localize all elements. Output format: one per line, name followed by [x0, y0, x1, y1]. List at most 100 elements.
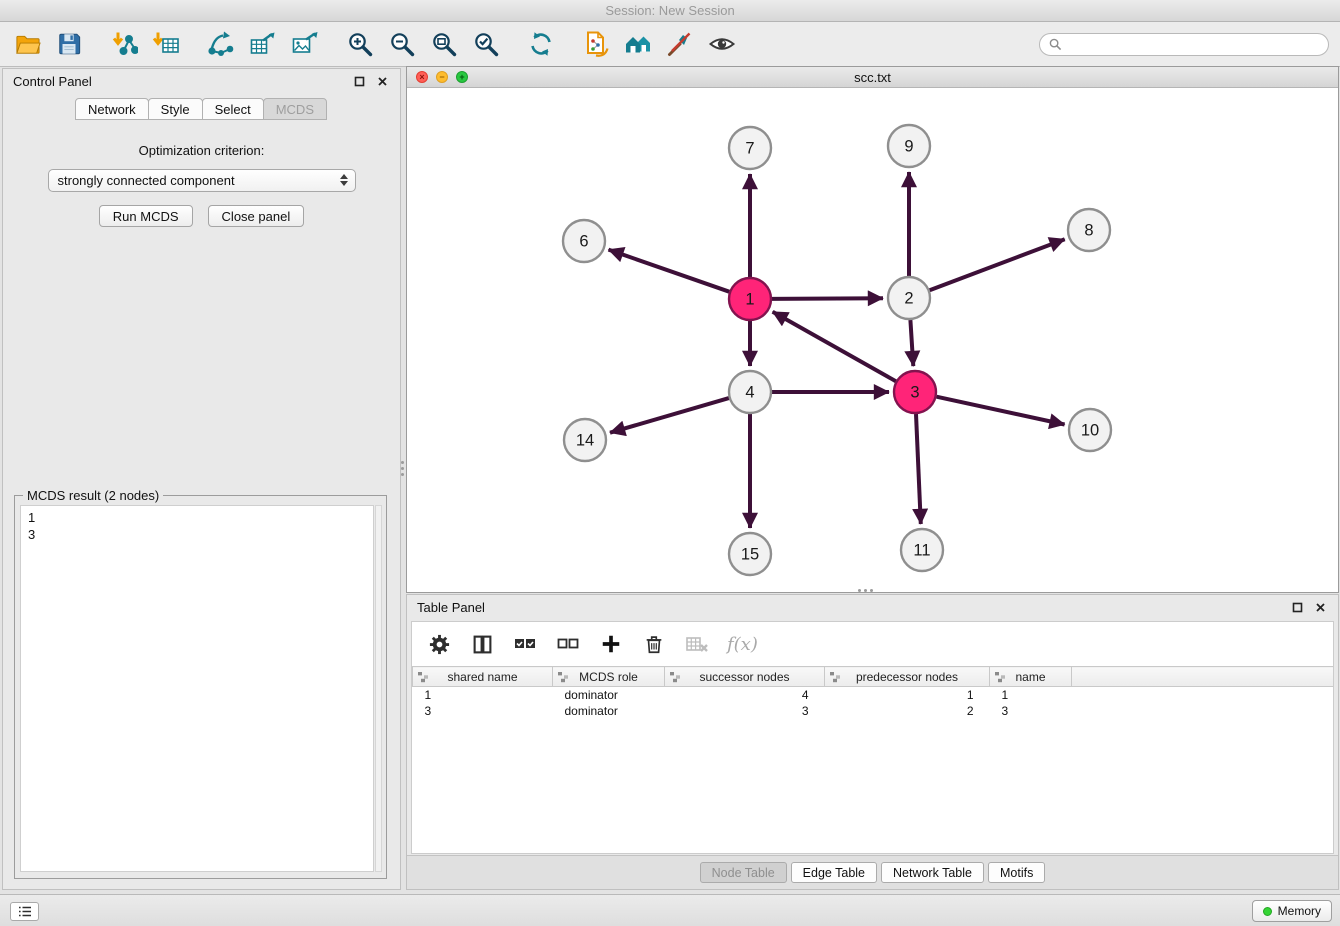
zoom-in-button[interactable]	[344, 26, 376, 62]
graph-node-2[interactable]: 2	[888, 277, 930, 319]
hide-graphics-details-button[interactable]	[664, 26, 696, 62]
tab-network-table[interactable]: Network Table	[881, 862, 984, 883]
svg-text:3: 3	[910, 384, 919, 402]
search-input[interactable]	[1068, 38, 1319, 52]
column-header-shared-name[interactable]: shared name	[413, 667, 553, 687]
zoom-selected-button[interactable]	[470, 26, 502, 62]
function-builder-button[interactable]: f(x)	[727, 634, 758, 655]
file-transfer-button[interactable]	[580, 26, 612, 62]
column-header-predecessor-nodes[interactable]: predecessor nodes	[825, 667, 990, 687]
graph-node-8[interactable]: 8	[1068, 209, 1110, 251]
result-scrollbar[interactable]	[375, 505, 382, 872]
graph-edge-4-14[interactable]	[610, 398, 729, 433]
graph-edge-3-1[interactable]	[773, 312, 896, 381]
network-window-titlebar[interactable]: × − + scc.txt	[407, 67, 1338, 88]
task-history-button[interactable]	[10, 902, 39, 921]
import-network-icon	[110, 30, 138, 58]
graph-node-3[interactable]: 3	[894, 371, 936, 413]
table-row[interactable]: 1dominator411	[413, 687, 1334, 703]
brush-slash-icon	[666, 30, 694, 58]
gear-icon	[428, 633, 451, 656]
unselect-all-button[interactable]	[555, 631, 581, 657]
close-window-button[interactable]: ×	[416, 71, 428, 83]
network-window-title: scc.txt	[854, 70, 891, 85]
graph-edge-1-2[interactable]	[772, 298, 883, 299]
column-header-name[interactable]: name	[990, 667, 1072, 687]
optimization-criterion-label: Optimization criterion:	[3, 143, 400, 158]
zoom-fit-icon	[430, 30, 458, 58]
import-table-button[interactable]	[150, 26, 182, 62]
tab-edge-table[interactable]: Edge Table	[791, 862, 877, 883]
delete-table-button[interactable]	[684, 631, 710, 657]
table-row[interactable]: 3dominator323	[413, 703, 1334, 719]
graph-node-9[interactable]: 9	[888, 125, 930, 167]
criterion-select[interactable]: strongly connected component	[48, 169, 356, 192]
graph-node-7[interactable]: 7	[729, 127, 771, 169]
graph-edge-2-8[interactable]	[930, 239, 1065, 290]
graph-node-1[interactable]: 1	[729, 278, 771, 320]
node-table-body: 1dominator4113dominator323	[413, 687, 1334, 719]
graph-edge-3-11[interactable]	[916, 414, 921, 524]
graph-edge-3-10[interactable]	[937, 397, 1065, 425]
column-header-MCDS-role[interactable]: MCDS role	[553, 667, 665, 687]
save-session-button[interactable]	[53, 26, 85, 62]
export-table-button[interactable]	[247, 26, 279, 62]
tab-select[interactable]: Select	[202, 98, 264, 120]
column-header-successor-nodes[interactable]: successor nodes	[665, 667, 825, 687]
select-all-button[interactable]	[512, 631, 538, 657]
zoom-out-button[interactable]	[386, 26, 418, 62]
svg-text:4: 4	[745, 384, 754, 402]
search-box[interactable]	[1039, 33, 1329, 56]
table-panel-title: Table Panel	[417, 600, 485, 615]
open-session-button[interactable]	[11, 26, 43, 62]
delete-row-button[interactable]	[641, 631, 667, 657]
list-icon	[17, 905, 33, 918]
show-graphics-details-button[interactable]	[706, 26, 738, 62]
close-panel-button[interactable]	[374, 74, 390, 90]
graph-node-15[interactable]: 15	[729, 533, 771, 575]
graph-node-14[interactable]: 14	[564, 419, 606, 461]
apply-layout-button[interactable]	[525, 26, 557, 62]
graph-node-6[interactable]: 6	[563, 220, 605, 262]
export-table-icon	[249, 30, 277, 58]
zoom-fit-button[interactable]	[428, 26, 460, 62]
close-panel-action-button[interactable]: Close panel	[208, 205, 305, 227]
column-settings-button[interactable]	[426, 631, 452, 657]
import-network-button[interactable]	[108, 26, 140, 62]
vertical-splitter-handle[interactable]	[401, 461, 404, 476]
network-canvas[interactable]: 7 9 6 8 1 2 4 3 14 10 15 11	[407, 89, 1338, 592]
graph-edge-1-6[interactable]	[609, 250, 730, 292]
table-tabs: Node TableEdge TableNetwork TableMotifs	[407, 855, 1338, 889]
mcds-result-list: 13	[20, 505, 374, 872]
add-row-button[interactable]	[598, 631, 624, 657]
tab-node-table[interactable]: Node Table	[700, 862, 787, 883]
horizontal-splitter-handle[interactable]	[858, 589, 873, 592]
network-overview-button[interactable]	[622, 26, 654, 62]
memory-button[interactable]: Memory	[1252, 900, 1332, 922]
svg-text:9: 9	[904, 138, 913, 156]
close-table-panel-button[interactable]	[1312, 600, 1328, 616]
floppy-disk-icon	[56, 31, 82, 57]
run-mcds-button[interactable]: Run MCDS	[99, 205, 193, 227]
new-network-button[interactable]	[205, 26, 237, 62]
refresh-arrows-icon	[527, 30, 555, 58]
checked-boxes-icon	[513, 632, 537, 656]
zoom-window-button[interactable]: +	[456, 71, 468, 83]
graph-node-10[interactable]: 10	[1069, 409, 1111, 451]
control-panel-tabs: NetworkStyleSelectMCDS	[3, 98, 400, 120]
columns-icon	[472, 634, 493, 655]
float-panel-button[interactable]	[351, 74, 367, 90]
tab-style[interactable]: Style	[148, 98, 203, 120]
graph-node-11[interactable]: 11	[901, 529, 943, 571]
table-toolbar: f(x)	[412, 622, 1333, 666]
graph-node-4[interactable]: 4	[729, 371, 771, 413]
tab-network[interactable]: Network	[75, 98, 149, 120]
toggle-column-button[interactable]	[469, 631, 495, 657]
float-table-panel-button[interactable]	[1289, 600, 1305, 616]
graph-edge-2-3[interactable]	[910, 320, 913, 366]
minimize-window-button[interactable]: −	[436, 71, 448, 83]
tab-motifs[interactable]: Motifs	[988, 862, 1045, 883]
export-image-button[interactable]	[289, 26, 321, 62]
window-titlebar[interactable]: Session: New Session	[0, 0, 1340, 22]
tab-mcds[interactable]: MCDS	[263, 98, 327, 120]
